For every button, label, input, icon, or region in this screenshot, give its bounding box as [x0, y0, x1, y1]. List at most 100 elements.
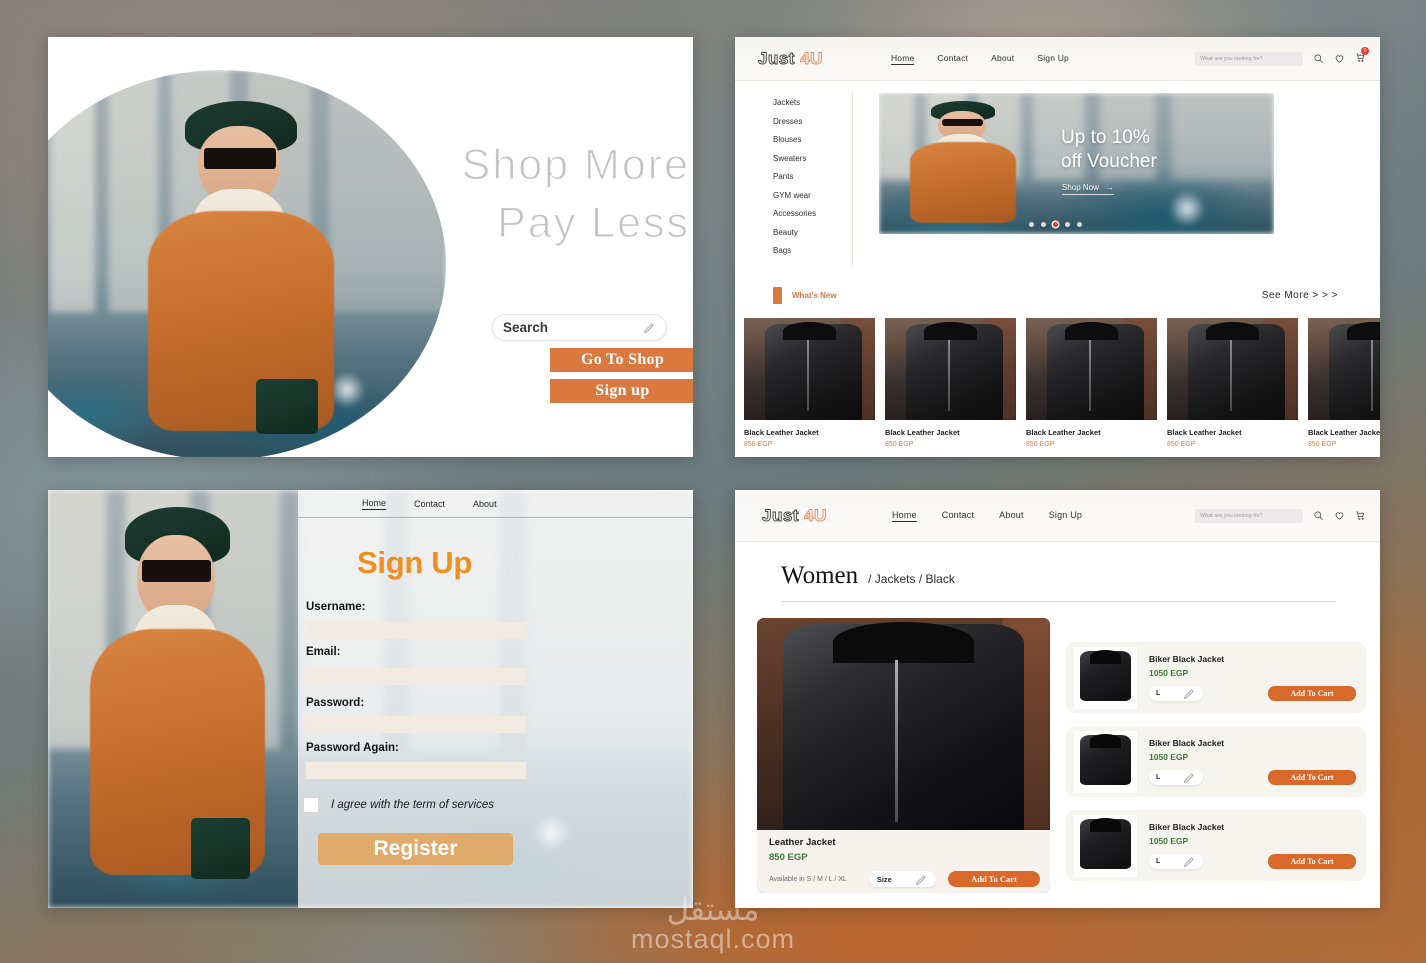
pencil-icon [1183, 773, 1194, 784]
password-label: Password: [306, 697, 365, 709]
category-item-sweaters[interactable]: Sweaters [773, 154, 852, 163]
hero-search-input[interactable]: Search [492, 314, 667, 341]
brand-logo-4u: 4U [804, 505, 827, 525]
promo-banner[interactable]: Up to 10% off Voucher Shop Now → [879, 93, 1274, 234]
model-figure [136, 93, 343, 457]
banner-shop-now-label: Shop Now [1062, 183, 1099, 192]
related-size-value: L [1156, 858, 1161, 865]
category-item-blouses[interactable]: Blouses [773, 135, 852, 144]
register-button[interactable]: Register [318, 833, 513, 865]
related-product-info: Biker Black Jacket 1050 EGP L Add To Car… [1149, 822, 1356, 869]
breadcrumb-main[interactable]: Women [781, 562, 858, 590]
email-field[interactable] [306, 668, 526, 685]
carousel-dot[interactable] [1029, 222, 1034, 227]
search-icon[interactable] [1313, 53, 1324, 64]
product-card[interactable]: Black Leather Jacket 850 EGP [1026, 317, 1157, 448]
terms-agreement-row: I agree with the term of services [303, 797, 494, 813]
featured-availability: Available in S / M / L / XL [769, 875, 847, 883]
signup-nav-item-about[interactable]: About [473, 499, 497, 509]
pp-search-placeholder: What are you looking for? [1200, 512, 1263, 519]
carousel-dot[interactable] [1077, 222, 1082, 227]
product-card[interactable]: Black Leather Jacket 850 EGP [1167, 317, 1298, 448]
related-product-thumbnail [1074, 730, 1137, 793]
product-card[interactable]: Black Leather Jacket 850 EGP [744, 317, 875, 448]
category-item-dresses[interactable]: Dresses [773, 117, 852, 126]
nav-item-home[interactable]: Home [890, 53, 915, 65]
banner-shop-now-link[interactable]: Shop Now → [1062, 183, 1114, 195]
breadcrumb: Women / Jackets / Black [781, 562, 1380, 590]
see-more-link[interactable]: See More > > > [1262, 290, 1338, 301]
signup-model-figure [78, 498, 273, 908]
add-to-cart-button[interactable]: Add To Cart [948, 871, 1040, 887]
carousel-dot[interactable] [1041, 222, 1046, 227]
related-product-card[interactable]: Biker Black Jacket 1050 EGP L Add To Car… [1066, 810, 1366, 881]
related-add-to-cart-button[interactable]: Add To Cart [1268, 854, 1356, 869]
related-add-to-cart-button[interactable]: Add To Cart [1268, 686, 1356, 701]
related-add-to-cart-button[interactable]: Add To Cart [1268, 770, 1356, 785]
cart-button[interactable]: 0 [1355, 46, 1369, 68]
product-name: Black Leather Jacket [1308, 427, 1380, 437]
carousel-dot[interactable] [1065, 222, 1070, 227]
product-card[interactable]: Black Leather Jacket 850 EGP [885, 317, 1016, 448]
related-product-info: Biker Black Jacket 1050 EGP L Add To Car… [1149, 738, 1356, 785]
product-card[interactable]: Black Leather Jacket 850 EGP [1308, 317, 1380, 448]
shop-search-input[interactable]: What are you looking for? [1195, 51, 1303, 66]
pp-nav-item-contact[interactable]: Contact [942, 510, 974, 522]
pp-nav-item-signup[interactable]: Sign Up [1049, 510, 1082, 522]
product-name: Black Leather Jacket [885, 427, 960, 437]
category-item-bags[interactable]: Bags [773, 246, 852, 255]
product-carousel: Black Leather Jacket 850 EGP Black Leath… [735, 317, 1380, 448]
related-product-card[interactable]: Biker Black Jacket 1050 EGP L Add To Car… [1066, 642, 1366, 713]
category-item-jackets[interactable]: Jackets [773, 98, 852, 107]
carousel-dots [1029, 222, 1082, 227]
product-image [744, 317, 875, 420]
featured-product-actions: Available in S / M / L / XL Size Add To … [769, 871, 1040, 887]
cart-icon[interactable] [1355, 510, 1366, 521]
whats-new-section-header: What's New See More > > > [773, 286, 1338, 304]
related-size-selector[interactable]: L [1149, 770, 1203, 785]
related-size-selector[interactable]: L [1149, 686, 1203, 701]
related-size-selector[interactable]: L [1149, 854, 1203, 869]
related-product-thumbnail [1074, 814, 1137, 877]
featured-jacket-zipper [894, 660, 898, 822]
pp-nav-item-home[interactable]: Home [891, 510, 917, 522]
brand-logo[interactable]: Just 4U [762, 505, 827, 526]
terms-checkbox[interactable] [303, 797, 319, 813]
carousel-dot-active[interactable] [1053, 222, 1058, 227]
heart-icon[interactable] [1334, 510, 1345, 521]
heart-icon[interactable] [1334, 53, 1345, 64]
shop-navigation: Home Contact About Sign Up [890, 53, 1069, 65]
related-products-list: Biker Black Jacket 1050 EGP L Add To Car… [1066, 618, 1366, 893]
category-item-beauty[interactable]: Beauty [773, 228, 852, 237]
category-item-accessories[interactable]: Accessories [773, 209, 852, 218]
arrow-right-icon: → [1105, 183, 1114, 192]
product-price: 850 EGP [1308, 440, 1337, 448]
search-icon[interactable] [1313, 510, 1324, 521]
pp-search-input[interactable]: What are you looking for? [1195, 508, 1303, 523]
breadcrumb-sub[interactable]: / Jackets / Black [868, 572, 955, 586]
password-field[interactable] [306, 716, 526, 733]
banner-headline-line1: Up to 10% [1061, 127, 1150, 148]
username-field[interactable] [306, 622, 526, 639]
password-again-field[interactable] [306, 762, 526, 779]
signup-nav-item-home[interactable]: Home [362, 498, 387, 510]
nav-item-about[interactable]: About [991, 53, 1014, 65]
pp-nav-item-about[interactable]: About [999, 510, 1024, 522]
signup-nav-item-contact[interactable]: Contact [414, 499, 445, 509]
size-selector[interactable]: Size [868, 871, 936, 887]
product-jacket-collar [1065, 321, 1118, 340]
product-price: 850 EGP [744, 440, 773, 448]
nav-item-contact[interactable]: Contact [937, 53, 968, 65]
go-to-shop-button[interactable]: Go To Shop [550, 348, 693, 372]
category-item-pants[interactable]: Pants [773, 172, 852, 181]
hero-photo-area [48, 37, 503, 457]
category-item-gym-wear[interactable]: GYM wear [773, 191, 852, 200]
brand-logo[interactable]: Just 4U [758, 48, 823, 69]
shop-home-panel: Just 4U Home Contact About Sign Up What … [735, 37, 1380, 457]
related-product-card[interactable]: Biker Black Jacket 1050 EGP L Add To Car… [1066, 726, 1366, 797]
featured-product-card[interactable]: Leather Jacket 850 EGP Available in S / … [757, 618, 1050, 893]
breadcrumb-divider [781, 601, 1336, 602]
nav-item-signup[interactable]: Sign Up [1037, 53, 1069, 65]
sign-up-button[interactable]: Sign up [550, 379, 693, 403]
product-jacket-collar [1206, 321, 1259, 340]
